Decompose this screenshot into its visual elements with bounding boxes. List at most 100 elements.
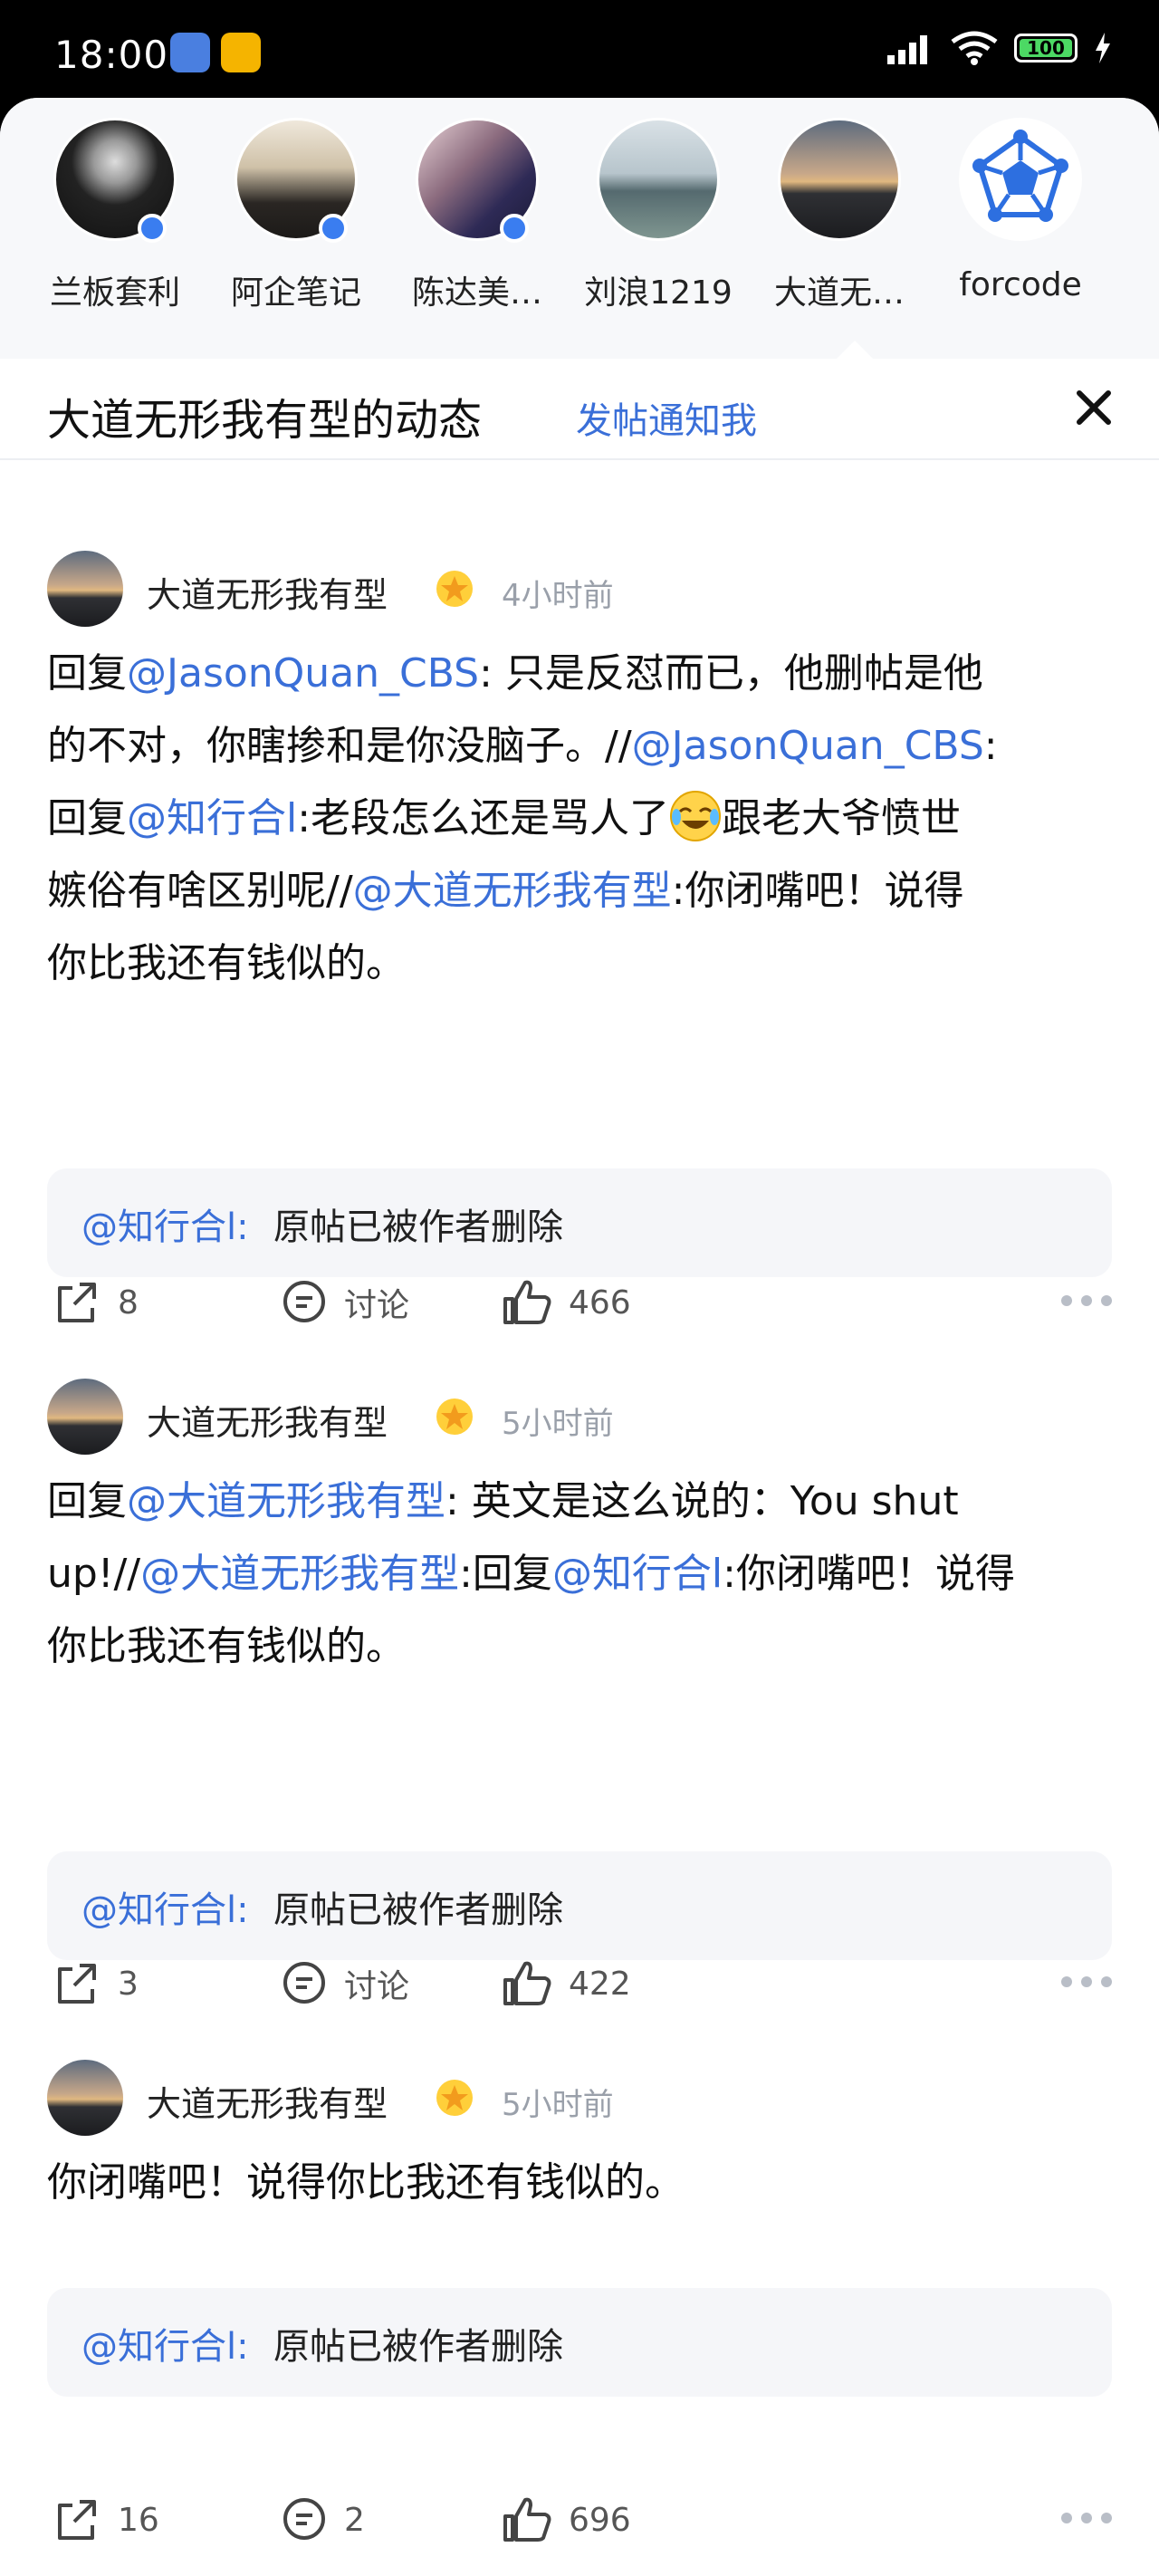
feed-post: 大道无形我有型 5小时前 你闭嘴吧！说得你比我还有钱似的。 @知行合l: 原帖已…	[0, 2060, 1159, 2422]
share-button[interactable]: 8	[53, 1277, 139, 1328]
app-notification-icon	[170, 33, 210, 72]
mention-link[interactable]: @JasonQuan_CBS	[127, 650, 479, 697]
avatar	[597, 118, 720, 241]
avatar	[959, 118, 1082, 241]
signal-icon	[887, 35, 927, 64]
quote-mention[interactable]: @知行合l:	[81, 1197, 249, 1250]
quoted-post[interactable]: @知行合l: 原帖已被作者删除	[47, 2288, 1112, 2397]
verified-star-icon	[436, 1399, 473, 1435]
comment-icon	[283, 1281, 325, 1322]
quoted-post[interactable]: @知行合l: 原帖已被作者删除	[47, 1168, 1112, 1277]
post-text: 回复@JasonQuan_CBS: 只是反怼而已，他删帖是他 的不对，你瞎掺和是…	[47, 638, 1116, 1000]
friend-item[interactable]: 兰板套利	[38, 118, 192, 313]
verified-star-icon	[436, 571, 473, 607]
post-time: 5小时前	[502, 1406, 614, 1442]
share-count: 8	[118, 1283, 139, 1322]
battery-level: 100	[1027, 37, 1065, 59]
comment-icon	[283, 2498, 325, 2540]
friend-item[interactable]: 阿企笔记	[219, 118, 373, 313]
more-options-button[interactable]	[1061, 1295, 1112, 1306]
comment-count: 讨论	[344, 1287, 410, 1324]
author-avatar[interactable]	[47, 1379, 123, 1455]
weibo-notification-icon	[221, 33, 261, 72]
page-title: 大道无形我有型的动态	[47, 395, 483, 446]
friend-name: 兰板套利	[49, 274, 180, 312]
charging-icon	[1096, 33, 1110, 63]
post-time: 5小时前	[502, 2087, 614, 2123]
mention-link[interactable]: @JasonQuan_CBS	[632, 723, 984, 769]
text-segment: 回复	[47, 650, 127, 697]
status-time: 18:00	[54, 33, 169, 77]
close-icon	[1077, 390, 1111, 425]
notify-me-link[interactable]: 发帖通知我	[576, 391, 757, 444]
like-button[interactable]: 696	[500, 2494, 631, 2545]
more-options-button[interactable]	[1061, 2513, 1112, 2523]
share-icon	[58, 1283, 96, 1322]
comment-button[interactable]: 讨论	[279, 1277, 409, 1328]
share-button[interactable]: 16	[53, 2494, 159, 2545]
friend-item[interactable]: forcode	[943, 118, 1097, 303]
status-bar: 18:00 100	[0, 0, 1159, 104]
author-avatar[interactable]	[47, 551, 123, 627]
post-time: 4小时前	[502, 578, 614, 614]
close-button[interactable]	[1065, 379, 1123, 437]
post-actions: 3 讨论 422	[0, 1958, 1159, 2031]
author-name[interactable]: 大道无形我有型	[147, 1395, 388, 1445]
quoted-post[interactable]: @知行合l: 原帖已被作者删除	[47, 1851, 1112, 1960]
avatar	[778, 118, 901, 241]
battery-icon: 100	[1014, 34, 1078, 62]
feed-post: 大道无形我有型 5小时前 回复@大道无形我有型: 英文是这么说的：You shu…	[0, 1379, 1159, 1960]
like-button[interactable]: 466	[500, 1277, 631, 1328]
comment-button[interactable]: 讨论	[279, 1958, 409, 2009]
friend-name: 陈达美…	[411, 274, 542, 312]
quote-text: 原帖已被作者删除	[273, 1889, 563, 1931]
friend-item[interactable]: 刘浪1219	[581, 118, 735, 313]
thumbs-up-icon	[503, 1280, 551, 1324]
quote-text: 原帖已被作者删除	[273, 2326, 563, 2368]
forcode-logo-icon	[972, 130, 1068, 222]
online-dot	[319, 214, 348, 243]
thumbs-up-icon	[503, 1961, 551, 2005]
friend-item[interactable]: 陈达美…	[400, 118, 554, 313]
author-name[interactable]: 大道无形我有型	[147, 567, 388, 617]
post-text: 回复@大道无形我有型: 英文是这么说的：You shut up!//@大道无形我…	[47, 1466, 1116, 1683]
comment-icon	[283, 1962, 325, 2004]
laugh-cry-emoji-icon	[670, 791, 722, 841]
status-indicators: 100	[886, 31, 1112, 65]
followed-users-bar: 兰板套利 阿企笔记 陈达美… 刘浪1219 大道无… forcode	[0, 98, 1159, 359]
friend-name: 大道无…	[773, 274, 905, 312]
feed-post: 大道无形我有型 4小时前 回复@JasonQuan_CBS: 只是反怼而已，他删…	[0, 551, 1159, 1277]
author-avatar[interactable]	[47, 2060, 123, 2136]
like-count: 466	[569, 1283, 631, 1322]
like-button[interactable]: 422	[500, 1958, 631, 2009]
comment-count: 讨论	[344, 1968, 410, 2005]
mention-link[interactable]: @大道无形我有型	[140, 1551, 459, 1597]
mention-link[interactable]: @知行合l	[552, 1551, 723, 1597]
dynamic-sheet: 兰板套利 阿企笔记 陈达美… 刘浪1219 大道无… forcode 大道无形我…	[0, 98, 1159, 2576]
friend-name: forcode	[959, 266, 1082, 303]
comment-button[interactable]: 2	[279, 2494, 365, 2545]
share-button[interactable]: 3	[53, 1958, 139, 2009]
selected-pointer	[835, 341, 875, 360]
mention-link[interactable]: @知行合l	[127, 795, 297, 841]
quote-mention[interactable]: @知行合l:	[81, 2317, 249, 2369]
comment-count: 2	[344, 2501, 365, 2539]
online-dot	[138, 214, 167, 243]
share-icon	[58, 1964, 96, 2004]
quote-mention[interactable]: @知行合l:	[81, 1880, 249, 1933]
more-options-button[interactable]	[1061, 1976, 1112, 1987]
like-count: 696	[569, 2501, 631, 2539]
quote-text: 原帖已被作者删除	[273, 1206, 563, 1248]
author-name[interactable]: 大道无形我有型	[147, 2076, 388, 2126]
verified-star-icon	[436, 2080, 473, 2116]
share-icon	[58, 2500, 96, 2540]
post-actions: 8 讨论 466	[0, 1277, 1159, 1350]
like-count: 422	[569, 1965, 631, 2003]
mention-link[interactable]: @大道无形我有型	[127, 1478, 445, 1524]
text-segment: :回复	[459, 1551, 552, 1597]
post-text: 你闭嘴吧！说得你比我还有钱似的。	[47, 2159, 685, 2206]
mention-link[interactable]: @大道无形我有型	[353, 868, 672, 914]
share-count: 3	[118, 1965, 139, 2003]
friend-name: 阿企笔记	[230, 274, 361, 312]
friend-item[interactable]: 大道无…	[762, 118, 916, 313]
